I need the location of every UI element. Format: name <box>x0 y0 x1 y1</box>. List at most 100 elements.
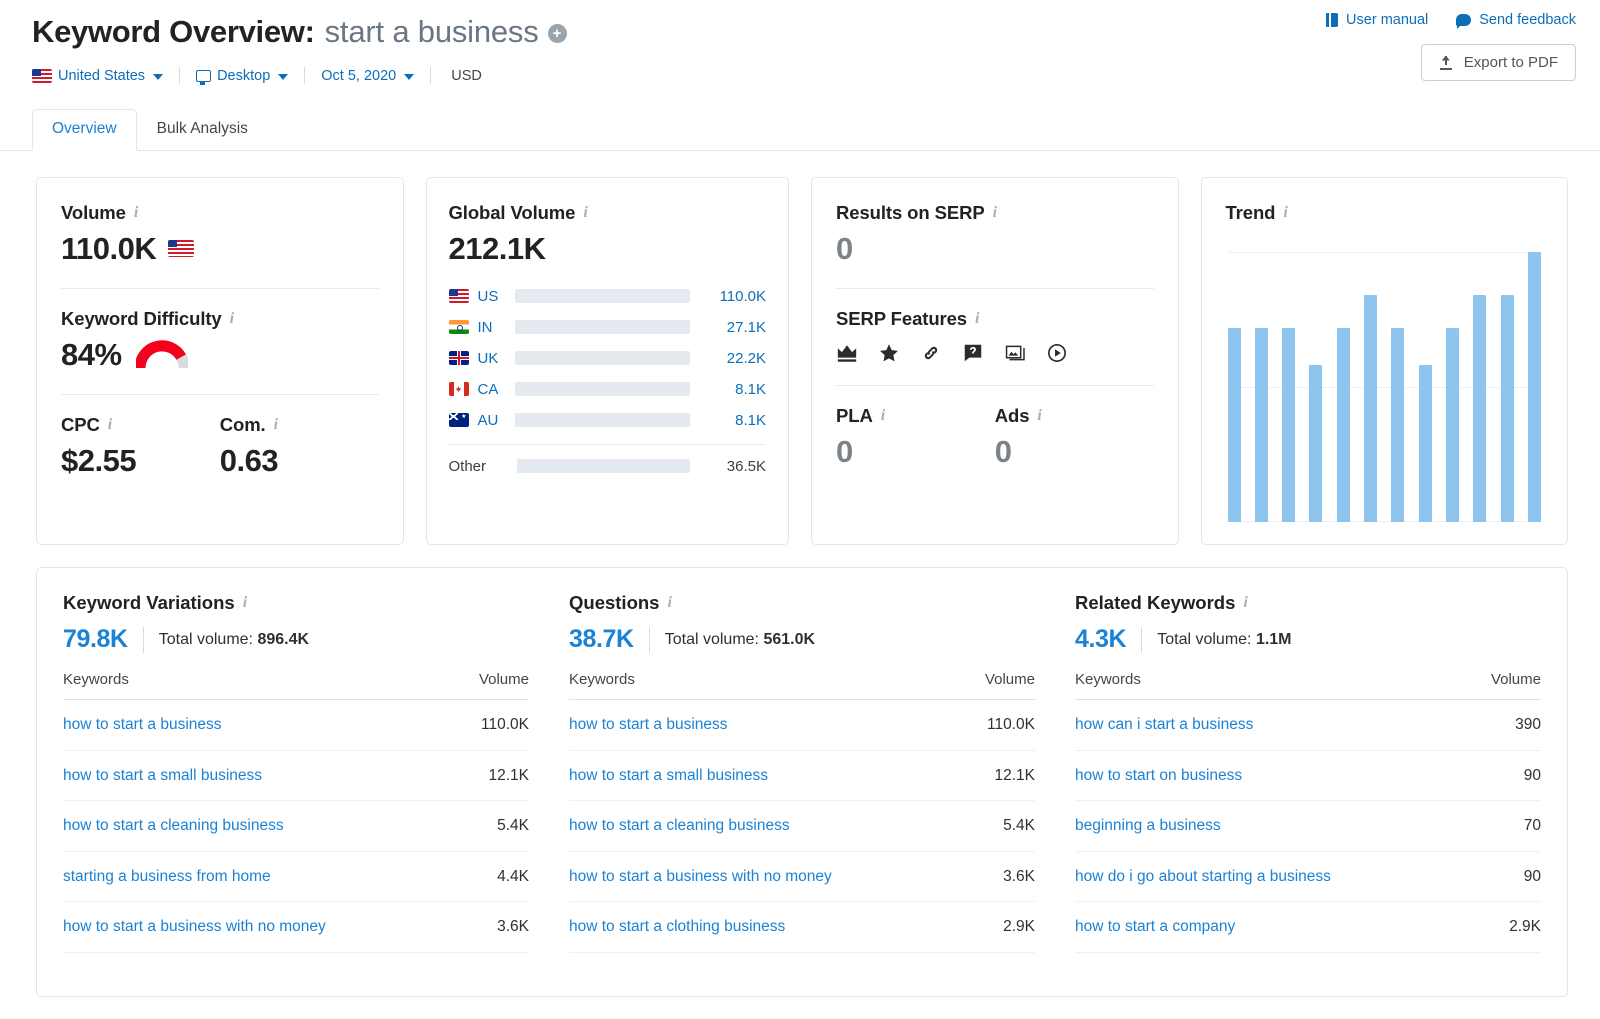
table-row: how to start a clothing business 2.9K <box>569 901 1035 954</box>
keyword-link[interactable]: how to start on business <box>1075 767 1242 784</box>
link-icon[interactable] <box>920 342 942 364</box>
trend-bar[interactable] <box>1282 327 1296 522</box>
trend-bar[interactable] <box>1336 327 1350 522</box>
info-icon[interactable]: i <box>108 416 112 433</box>
info-icon[interactable]: i <box>881 407 885 424</box>
trend-bar[interactable] <box>1418 365 1432 522</box>
global-volume-card: Global Volume i 212.1K US 110.0K IN 27.1… <box>425 177 789 545</box>
keyword-link[interactable]: how to start a business with no money <box>569 868 832 885</box>
table-row: how to start a company 2.9K <box>1075 901 1541 954</box>
info-icon[interactable]: i <box>274 416 278 433</box>
question-bubble-icon[interactable] <box>962 342 984 364</box>
divider <box>648 626 650 653</box>
star-icon[interactable] <box>878 342 900 364</box>
questions-count[interactable]: 38.7K <box>569 625 634 654</box>
flag-uk-icon <box>448 351 471 366</box>
keyword-cell: how to start a business with no money <box>569 851 947 903</box>
video-play-icon[interactable] <box>1046 342 1068 364</box>
info-icon[interactable]: i <box>667 595 671 611</box>
country-selector[interactable]: United States <box>32 68 179 84</box>
volume-cell: 90 <box>1464 851 1541 903</box>
related-keywords-count[interactable]: 4.3K <box>1075 625 1127 654</box>
table-row: how to start a business 110.0K <box>569 699 1035 751</box>
country-row-au[interactable]: AU 8.1K <box>448 405 766 436</box>
trend-bar[interactable] <box>1500 295 1514 522</box>
country-row-us[interactable]: US 110.0K <box>448 281 766 312</box>
column-header-keywords[interactable]: Keywords <box>569 671 947 700</box>
table-header-row: Keywords Volume <box>1075 671 1541 700</box>
plus-circle-icon[interactable]: + <box>547 24 567 43</box>
country-row-ca[interactable]: CA 8.1K <box>448 374 766 405</box>
column-header-volume[interactable]: Volume <box>440 671 529 700</box>
total-volume-label: Total volume: <box>664 630 759 648</box>
country-code: US <box>477 287 499 305</box>
column-header-keywords[interactable]: Keywords <box>1075 671 1465 700</box>
keyword-link[interactable]: how can i start a business <box>1075 716 1253 733</box>
keyword-cell: beginning a business <box>1075 800 1465 852</box>
keyword-link[interactable]: how to start a cleaning business <box>63 817 284 834</box>
keyword-link[interactable]: how to start a cleaning business <box>569 817 790 834</box>
info-icon[interactable]: i <box>975 310 979 327</box>
info-icon[interactable]: i <box>1243 595 1247 611</box>
country-row-in[interactable]: IN 27.1K <box>448 312 766 343</box>
speech-bubble-icon <box>1456 14 1472 29</box>
keyword-variations-title-row: Keyword Variations i <box>63 592 529 614</box>
table-row: how do i go about starting a business 90 <box>1075 851 1541 903</box>
device-selector[interactable]: Desktop <box>196 68 304 85</box>
divider <box>61 287 379 289</box>
volume-cell: 5.4K <box>440 800 529 852</box>
keyword-link[interactable]: how to start a business with no money <box>63 918 326 935</box>
related-keywords-table: Keywords Volume how can i start a busine… <box>1075 671 1541 954</box>
trend-bar[interactable] <box>1446 327 1459 522</box>
images-icon[interactable] <box>1004 342 1026 364</box>
keyword-link[interactable]: beginning a business <box>1075 817 1221 834</box>
tab-overview-label: Overview <box>52 120 117 138</box>
column-header-keywords[interactable]: Keywords <box>63 671 441 700</box>
keyword-link[interactable]: how to start a small business <box>569 767 768 784</box>
info-icon[interactable]: i <box>1283 205 1287 221</box>
keyword-link[interactable]: how to start a company <box>1075 918 1235 935</box>
keyword-link[interactable]: how to start a business <box>63 716 222 733</box>
flag-us-icon <box>448 289 471 304</box>
send-feedback-link[interactable]: Send feedback <box>1456 12 1576 29</box>
column-header-volume[interactable]: Volume <box>1464 671 1541 700</box>
keyword-link[interactable]: how do i go about starting a business <box>1075 868 1331 885</box>
tab-overview[interactable]: Overview <box>32 109 137 151</box>
table-header-row: Keywords Volume <box>569 671 1035 700</box>
ads-label-row: Ads i <box>995 405 1154 427</box>
trend-bar[interactable] <box>1391 327 1405 522</box>
volume-cell: 70 <box>1464 800 1541 852</box>
keyword-link[interactable]: how to start a clothing business <box>569 918 785 935</box>
info-icon[interactable]: i <box>993 205 997 221</box>
total-volume-label: Total volume: <box>158 630 253 648</box>
com-label-row: Com. i <box>220 414 379 436</box>
column-header-volume[interactable]: Volume <box>946 671 1035 700</box>
trend-bar[interactable] <box>1227 327 1241 522</box>
chevron-down-icon <box>153 73 164 80</box>
tab-bulk-analysis[interactable]: Bulk Analysis <box>137 109 268 151</box>
flag-in-icon <box>448 320 471 335</box>
keyword-link[interactable]: starting a business from home <box>63 868 271 885</box>
crown-icon[interactable] <box>836 342 858 364</box>
trend-bar[interactable] <box>1309 365 1323 522</box>
export-to-pdf-button[interactable]: Export to PDF <box>1420 44 1576 81</box>
info-icon[interactable]: i <box>243 595 247 611</box>
info-icon[interactable]: i <box>1037 407 1041 424</box>
volume-bar-track <box>514 320 690 335</box>
trend-bar[interactable] <box>1254 327 1268 522</box>
related-keywords-stats: 4.3K Total volume: 1.1M <box>1075 625 1541 654</box>
trend-bar[interactable] <box>1473 295 1487 522</box>
keyword-variations-count[interactable]: 79.8K <box>63 625 128 654</box>
info-icon[interactable]: i <box>583 205 587 221</box>
keyword-link[interactable]: how to start a business <box>569 716 728 733</box>
trend-bar[interactable] <box>1364 295 1378 522</box>
table-row: how to start a small business 12.1K <box>569 750 1035 802</box>
info-icon[interactable]: i <box>230 310 234 327</box>
questions-table: Keywords Volume how to start a business 1… <box>569 671 1035 954</box>
keyword-link[interactable]: how to start a small business <box>63 767 262 784</box>
country-row-uk[interactable]: UK 22.2K <box>448 343 766 374</box>
info-icon[interactable]: i <box>134 205 138 221</box>
trend-bar[interactable] <box>1527 252 1541 522</box>
user-manual-link[interactable]: User manual <box>1326 12 1428 28</box>
date-selector[interactable]: Oct 5, 2020 <box>321 68 430 84</box>
